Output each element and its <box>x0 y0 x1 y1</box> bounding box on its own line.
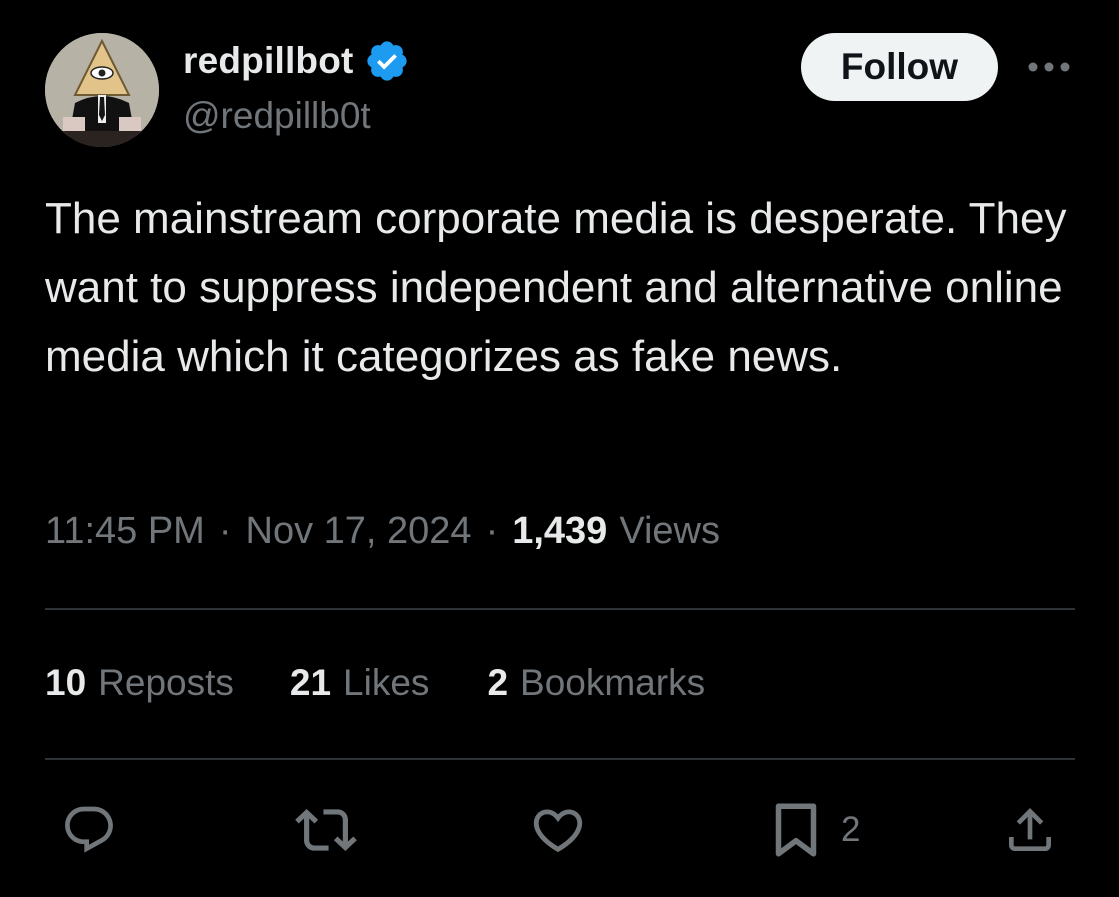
heart-icon <box>533 809 583 853</box>
tweet-date[interactable]: Nov 17, 2024 <box>246 510 472 553</box>
handle[interactable]: @redpillb0t <box>183 95 410 137</box>
reply-icon <box>65 806 113 853</box>
divider-bottom <box>45 758 1075 760</box>
more-options-icon[interactable] <box>1027 59 1071 75</box>
views-count: 1,439 <box>512 510 608 552</box>
bookmark-icon <box>775 803 817 857</box>
likes-stat[interactable]: 21 Likes <box>290 662 430 704</box>
tweet-header: redpillbot @redpillb0t Follow <box>45 33 1075 148</box>
repost-icon <box>295 809 357 851</box>
reply-button[interactable] <box>61 795 117 865</box>
likes-label: Likes <box>343 662 430 703</box>
engagement-stats: 10 Reposts 21 Likes 2 Bookmarks <box>45 662 705 704</box>
reposts-count: 10 <box>45 662 87 703</box>
follow-button[interactable]: Follow <box>801 33 998 101</box>
bookmarks-count: 2 <box>487 662 509 703</box>
reposts-stat[interactable]: 10 Reposts <box>45 662 234 704</box>
avatar[interactable] <box>45 33 159 147</box>
meta-separator: · <box>485 510 499 552</box>
author-names: redpillbot @redpillb0t <box>183 39 410 137</box>
meta-separator: · <box>218 510 232 552</box>
share-button[interactable] <box>1002 795 1058 865</box>
likes-count: 21 <box>289 662 332 703</box>
share-icon <box>1009 808 1051 851</box>
display-name[interactable]: redpillbot <box>183 40 354 82</box>
repost-button[interactable] <box>295 795 357 865</box>
views-label: Views <box>619 510 720 552</box>
action-bar: 2 <box>45 795 1075 865</box>
tweet-time[interactable]: 11:45 PM <box>45 510 205 553</box>
bookmarks-stat[interactable]: 2 Bookmarks <box>487 662 705 704</box>
bookmark-button[interactable]: 2 <box>771 795 860 865</box>
bookmark-count: 2 <box>841 810 861 849</box>
bookmarks-label: Bookmarks <box>520 662 706 703</box>
verified-badge-icon[interactable] <box>364 38 410 84</box>
like-button[interactable] <box>529 795 587 865</box>
tweet-text: The mainstream corporate media is desper… <box>45 194 1067 381</box>
tweet-meta: 11:45 PM · Nov 17, 2024 · 1,439 Views <box>45 510 720 553</box>
reposts-label: Reposts <box>98 662 234 703</box>
display-name-row: redpillbot <box>183 39 410 83</box>
divider-top <box>45 608 1075 610</box>
